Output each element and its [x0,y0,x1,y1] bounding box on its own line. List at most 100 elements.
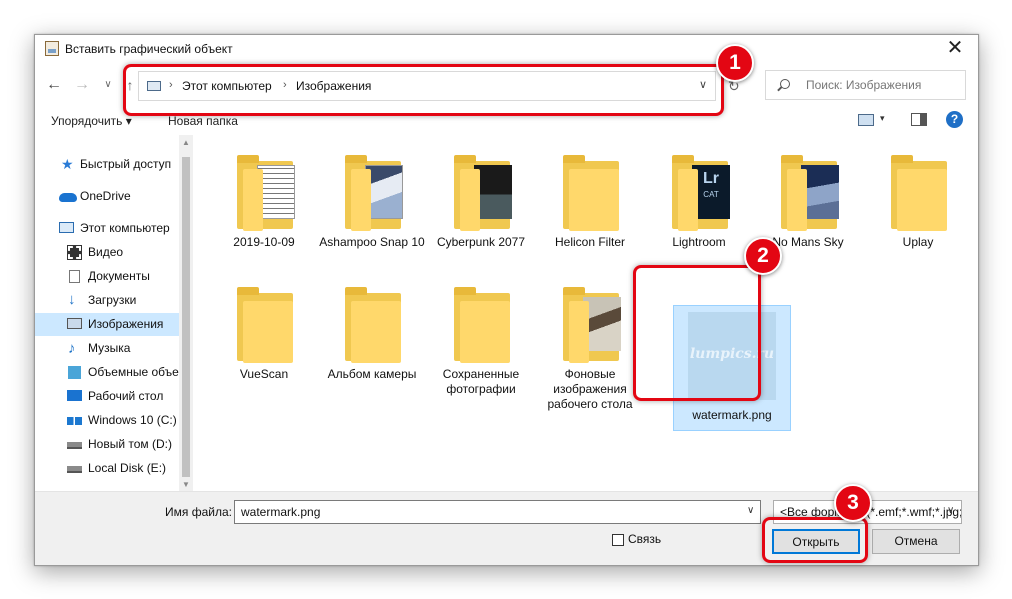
filename-label: Имя файла: [165,505,232,519]
callout-highlight-address [123,64,724,116]
callout-badge-1: 1 [716,44,754,82]
folder-item[interactable]: Uplay [865,143,971,273]
folder-icon [452,287,510,363]
folder-icon [343,287,401,363]
sidebar-item-label: Загрузки [88,293,137,307]
star-icon: ★ [61,156,74,172]
sidebar-item-label: Быстрый доступ [80,157,172,171]
lightroom-thumb-text: Lr [703,170,719,187]
search-icon [780,79,790,89]
video-icon [67,245,82,260]
folder-item[interactable]: Сохраненные фотографии [428,275,534,405]
pictures-icon [67,318,82,329]
folder-name: Сохраненные фотографии [442,367,520,396]
folder-icon [561,287,621,363]
sidebar-item-label: Local Disk (E:) [88,461,167,475]
folder-item[interactable]: VueScan [211,275,317,405]
folder-icon [561,155,619,231]
folder-item[interactable]: 2019-10-09 [211,143,317,273]
windows-drive-icon [67,417,82,425]
folder-name: Альбом камеры [327,367,417,381]
folder-icon [343,155,403,231]
downloads-icon: ↓ [68,291,76,308]
forward-arrow-icon[interactable]: → [71,75,93,97]
sidebar-item-label: Изображения [88,317,164,331]
filename-input[interactable] [234,500,761,524]
sidebar-item-this-pc[interactable]: Этот компьютер [35,217,179,240]
callout-highlight-open [762,517,868,563]
sidebar-item-label: Этот компьютер [80,221,170,235]
back-arrow-icon[interactable]: ← [43,75,65,97]
drive-icon [67,442,82,449]
sidebar-item-downloads[interactable]: ↓ Загрузки [35,289,179,312]
window-title: Вставить графический объект [65,42,233,56]
sidebar-item-label: Музыка [88,341,131,355]
scroll-up-icon[interactable]: ▲ [182,138,190,147]
close-icon[interactable]: ✕ [932,35,978,63]
title-bar: Вставить графический объект ✕ [35,35,978,63]
folder-item[interactable]: Lr CAT Lightroom [646,143,752,273]
folder-item[interactable]: Helicon Filter [537,143,643,273]
callout-badge-3: 3 [834,484,872,522]
sidebar-item-drive-c[interactable]: Windows 10 (C:) [35,409,179,432]
sidebar-item-desktop[interactable]: Рабочий стол [35,385,179,408]
drive-icon [67,466,82,473]
folder-name: Lightroom [672,235,726,249]
3d-objects-icon [68,366,81,379]
link-checkbox-label[interactable]: Связь [628,532,661,546]
view-mode-icon[interactable] [858,114,874,126]
sidebar-item-pictures[interactable]: Изображения [35,313,179,336]
file-name: watermark.png [692,408,772,422]
music-icon: ♪ [68,340,76,357]
sidebar-item-label: Рабочий стол [88,389,164,403]
sidebar-item-label: OneDrive [80,189,131,203]
filter-dropdown-icon[interactable]: ∨ [947,505,954,516]
sidebar-item-onedrive[interactable]: OneDrive [35,185,179,208]
callout-highlight-file [633,265,761,401]
folder-item[interactable]: Фоновые изображения рабочего стола [537,275,643,411]
folder-item[interactable]: Альбом камеры [319,275,425,405]
sidebar-item-label: Windows 10 (C:) [88,413,177,427]
computer-icon [59,222,74,233]
folder-item[interactable]: Cyberpunk 2077 [428,143,534,273]
folder-name: 2019-10-09 [233,235,295,249]
sidebar-scrollbar[interactable]: ▲ ▼ [179,135,193,491]
sidebar-item-label: Видео [88,245,124,259]
cloud-icon [59,193,77,202]
file-list: 2019-10-09 Ashampoo Snap 10 Cyberpunk 20… [195,135,978,493]
callout-badge-2: 2 [744,237,782,275]
sidebar-item-label: Новый том (D:) [88,437,172,451]
sidebar-item-drive-d[interactable]: Новый том (D:) [35,433,179,456]
help-icon[interactable]: ? [946,111,963,128]
cancel-button[interactable]: Отмена [872,529,960,554]
search-placeholder: Поиск: Изображения [806,78,922,92]
folder-icon [235,155,295,231]
organize-menu-button[interactable]: Упорядочить ▾ [51,114,132,128]
folder-item[interactable]: Ashampoo Snap 10 [319,143,425,273]
folder-icon [889,155,947,231]
scrollbar-thumb[interactable] [182,157,190,477]
folder-icon [452,155,512,231]
folder-name: Uplay [902,235,934,249]
sidebar-item-video[interactable]: Видео [35,241,179,264]
search-box[interactable]: Поиск: Изображения [765,70,966,100]
scroll-down-icon[interactable]: ▼ [182,480,190,489]
sidebar-item-documents[interactable]: Документы [35,265,179,288]
sidebar-item-drive-e[interactable]: Local Disk (E:) [35,457,179,480]
view-mode-dropdown-icon[interactable]: ▾ [880,113,885,124]
recent-locations-dropdown-icon[interactable]: ∨ [97,75,119,97]
preview-pane-icon[interactable] [911,113,927,126]
link-checkbox[interactable] [612,534,624,546]
filename-dropdown-icon[interactable]: ∨ [747,505,754,516]
folder-icon: Lr CAT [670,155,730,231]
new-folder-button[interactable]: Новая папка [168,114,238,128]
sidebar-item-quick-access[interactable]: ★ Быстрый доступ [35,153,179,176]
sidebar-item-3d-objects[interactable]: Объемные объе [35,361,179,384]
sidebar-item-label: Документы [88,269,150,283]
folder-name: Ashampoo Snap 10 [319,235,425,249]
app-icon [45,41,59,56]
folder-name: Helicon Filter [554,235,626,249]
desktop-icon [67,390,82,401]
folder-name: VueScan [239,367,289,381]
sidebar-item-music[interactable]: ♪ Музыка [35,337,179,360]
